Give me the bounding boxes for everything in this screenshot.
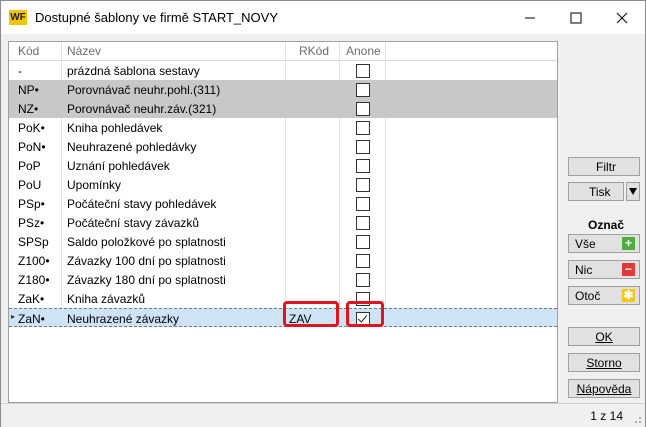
cell-kod: PoP bbox=[18, 159, 41, 173]
cell-kod: SPSp bbox=[18, 235, 49, 249]
print-button[interactable]: Tisk bbox=[568, 182, 624, 201]
column-header-kod[interactable]: Kód bbox=[18, 44, 39, 58]
anone-checkbox[interactable] bbox=[356, 254, 370, 268]
cell-nazev: Počáteční stavy pohledávek bbox=[67, 197, 217, 211]
invert-icon: ✱ bbox=[622, 288, 635, 302]
close-icon bbox=[616, 12, 628, 23]
current-row-indicator-icon: ▸ bbox=[11, 312, 16, 321]
minus-icon: − bbox=[622, 263, 635, 276]
minimize-button[interactable] bbox=[507, 1, 553, 34]
cell-nazev: Neuhrazené pohledávky bbox=[67, 140, 197, 154]
cell-nazev: Neuhrazené závazky bbox=[67, 312, 180, 326]
anone-checkbox[interactable] bbox=[356, 102, 370, 116]
cell-nazev: Saldo položkové po splatnosti bbox=[67, 235, 226, 249]
anone-checkbox[interactable] bbox=[356, 64, 370, 78]
cell-nazev: prázdná šablona sestavy bbox=[67, 64, 200, 78]
cancel-button[interactable]: Storno bbox=[568, 353, 640, 372]
cell-kod: Z180• bbox=[18, 273, 50, 287]
cell-nazev: Kniha závazků bbox=[67, 292, 146, 306]
status-bar: 1 z 14 bbox=[1, 403, 645, 427]
cell-nazev: Porovnávač neuhr.pohl.(311) bbox=[67, 83, 221, 97]
cell-kod: PSz• bbox=[18, 216, 45, 230]
column-header-nazev[interactable]: Název bbox=[67, 44, 101, 58]
highlight-checkbox-box bbox=[346, 301, 384, 327]
table-row[interactable]: PoP Uznání pohledávek bbox=[9, 156, 557, 175]
cell-kod: PoN• bbox=[18, 140, 46, 154]
anone-checkbox[interactable] bbox=[356, 216, 370, 230]
select-group-label: Označ bbox=[588, 218, 625, 232]
templates-grid[interactable]: Kód Název RKód Anone - prázdná šablona se… bbox=[8, 41, 558, 403]
app-logo-icon: WF bbox=[9, 10, 27, 25]
filter-button[interactable]: Filtr bbox=[568, 157, 640, 176]
cell-nazev: Závazky 100 dní po splatnosti bbox=[67, 254, 226, 268]
anone-checkbox[interactable] bbox=[356, 273, 370, 287]
invert-selection-button[interactable]: Otoč ✱ bbox=[568, 286, 640, 305]
anone-checkbox[interactable] bbox=[356, 121, 370, 135]
select-none-button[interactable]: Nic − bbox=[568, 260, 640, 279]
cell-nazev: Uznání pohledávek bbox=[67, 159, 170, 173]
cell-kod: Z100• bbox=[18, 254, 50, 268]
table-row[interactable]: PoK• Kniha pohledávek bbox=[9, 118, 557, 137]
triangle-down-icon bbox=[629, 188, 637, 195]
column-header-anone[interactable]: Anone bbox=[346, 44, 381, 58]
ok-button[interactable]: OK bbox=[568, 327, 640, 346]
cell-kod: PoU bbox=[18, 178, 42, 192]
cell-kod: ZaK• bbox=[18, 292, 45, 306]
print-dropdown-button[interactable] bbox=[626, 182, 640, 201]
maximize-button[interactable] bbox=[553, 1, 599, 34]
record-pager: 1 z 14 bbox=[590, 409, 623, 423]
cell-nazev: Upomínky bbox=[67, 178, 122, 192]
anone-checkbox[interactable] bbox=[356, 197, 370, 211]
anone-checkbox[interactable] bbox=[356, 83, 370, 97]
cell-nazev: Závazky 180 dní po splatnosti bbox=[67, 273, 226, 287]
title-bar: WF Dostupné šablony ve firmě START_NOVY bbox=[1, 1, 645, 34]
table-row[interactable]: SPSp Saldo položkové po splatnosti bbox=[9, 232, 557, 251]
cell-kod: NZ• bbox=[18, 102, 39, 116]
column-header-rkod[interactable]: RKód bbox=[299, 44, 329, 58]
anone-checkbox[interactable] bbox=[356, 140, 370, 154]
table-row[interactable]: Z180• Závazky 180 dní po splatnosti bbox=[9, 270, 557, 289]
dialog-window: WF Dostupné šablony ve firmě START_NOVY … bbox=[0, 0, 646, 427]
table-row[interactable]: - prázdná šablona sestavy bbox=[9, 61, 557, 80]
minimize-icon bbox=[525, 17, 535, 18]
resize-grip-icon[interactable] bbox=[632, 414, 642, 424]
anone-checkbox[interactable] bbox=[356, 178, 370, 192]
help-button[interactable]: Nápověda bbox=[568, 379, 640, 398]
cell-nazev: Porovnávač neuhr.záv.(321) bbox=[67, 102, 217, 116]
cell-kod: - bbox=[18, 64, 22, 78]
plus-icon: + bbox=[622, 237, 635, 250]
anone-checkbox[interactable] bbox=[356, 235, 370, 249]
highlight-rkod-box bbox=[283, 301, 339, 327]
close-button[interactable] bbox=[599, 1, 645, 34]
window-title: Dostupné šablony ve firmě START_NOVY bbox=[35, 10, 279, 25]
maximize-icon bbox=[570, 12, 582, 23]
cell-nazev: Kniha pohledávek bbox=[67, 121, 163, 135]
table-row[interactable]: PSz• Počáteční stavy závazků bbox=[9, 213, 557, 232]
table-row[interactable]: Z100• Závazky 100 dní po splatnosti bbox=[9, 251, 557, 270]
cell-kod: ZaN• bbox=[18, 312, 45, 326]
grid-header: Kód Název RKód Anone bbox=[9, 42, 557, 61]
table-row[interactable]: PoU Upomínky bbox=[9, 175, 557, 194]
select-all-button[interactable]: Vše + bbox=[568, 234, 640, 253]
table-row[interactable]: NZ• Porovnávač neuhr.záv.(321) bbox=[9, 99, 557, 118]
table-row[interactable]: PSp• Počáteční stavy pohledávek bbox=[9, 194, 557, 213]
cell-kod: PSp• bbox=[18, 197, 45, 211]
table-row[interactable]: NP• Porovnávač neuhr.pohl.(311) bbox=[9, 80, 557, 99]
cell-kod: NP• bbox=[18, 83, 39, 97]
cell-nazev: Počáteční stavy závazků bbox=[67, 216, 200, 230]
cell-kod: PoK• bbox=[18, 121, 45, 135]
anone-checkbox[interactable] bbox=[356, 159, 370, 173]
table-row[interactable]: PoN• Neuhrazené pohledávky bbox=[9, 137, 557, 156]
